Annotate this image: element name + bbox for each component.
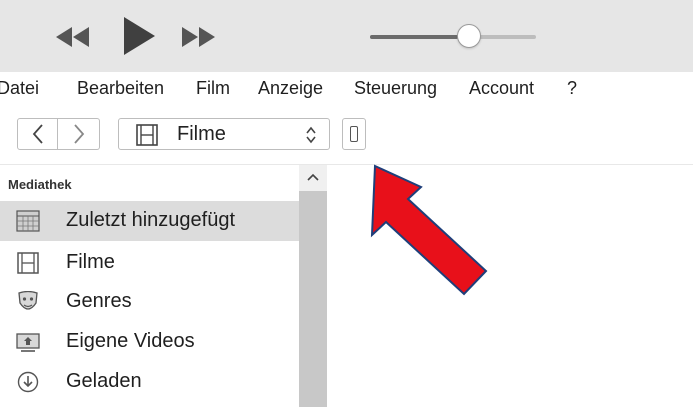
sidebar: Mediathek Zuletzt hinzugefügt Filme Genr… bbox=[0, 165, 327, 407]
media-type-selector[interactable]: Filme bbox=[118, 118, 330, 150]
sidebar-item-label: Genres bbox=[66, 290, 132, 312]
updown-chevron-icon bbox=[306, 126, 316, 144]
sidebar-item-movies[interactable]: Filme bbox=[0, 243, 299, 283]
sidebar-item-label: Filme bbox=[66, 251, 115, 273]
menu-anzeige[interactable]: Anzeige bbox=[258, 78, 323, 99]
toolbar: Filme bbox=[0, 106, 693, 165]
sidebar-item-recently-added[interactable]: Zuletzt hinzugefügt bbox=[0, 201, 299, 241]
device-button[interactable] bbox=[342, 118, 366, 150]
genres-mask-icon bbox=[18, 291, 38, 310]
sidebar-item-label: Geladen bbox=[66, 370, 142, 392]
film-icon bbox=[17, 252, 39, 274]
menu-steuerung[interactable]: Steuerung bbox=[354, 78, 437, 99]
menu-datei[interactable]: Datei bbox=[0, 78, 39, 99]
chevron-up-icon bbox=[307, 173, 319, 181]
scroll-up-button[interactable] bbox=[299, 165, 327, 191]
menu-film[interactable]: Film bbox=[196, 78, 230, 99]
rewind-icon bbox=[56, 27, 89, 47]
menu-account[interactable]: Account bbox=[469, 78, 534, 99]
fast-forward-icon bbox=[182, 27, 215, 47]
media-type-label: Filme bbox=[177, 123, 226, 145]
fast-forward-button[interactable] bbox=[181, 27, 217, 47]
sidebar-item-genres[interactable]: Genres bbox=[0, 282, 299, 322]
rewind-button[interactable] bbox=[55, 27, 91, 47]
back-button[interactable] bbox=[17, 118, 58, 150]
download-icon bbox=[17, 371, 39, 393]
sidebar-item-label: Zuletzt hinzugefügt bbox=[66, 209, 235, 231]
sidebar-header: Mediathek bbox=[8, 177, 72, 192]
play-button[interactable] bbox=[122, 16, 156, 56]
recently-added-icon bbox=[16, 210, 40, 232]
film-icon bbox=[136, 124, 158, 146]
menu-help[interactable]: ? bbox=[567, 78, 577, 99]
forward-button[interactable] bbox=[58, 118, 100, 150]
sidebar-item-downloaded[interactable]: Geladen bbox=[0, 362, 299, 402]
sidebar-item-home-videos[interactable]: Eigene Videos bbox=[0, 322, 299, 362]
sidebar-item-label: Eigene Videos bbox=[66, 330, 195, 352]
chevron-left-icon bbox=[32, 124, 43, 144]
player-controls-bar bbox=[0, 0, 693, 72]
red-arrow-annotation bbox=[370, 164, 488, 296]
volume-slider[interactable] bbox=[370, 35, 536, 39]
volume-fill bbox=[370, 35, 458, 39]
iphone-icon bbox=[350, 126, 358, 142]
menu-bar: Datei Bearbeiten Film Anzeige Steuerung … bbox=[0, 72, 693, 107]
home-video-icon bbox=[16, 333, 40, 352]
sidebar-scrollbar[interactable] bbox=[299, 165, 327, 407]
chevron-right-icon bbox=[73, 124, 84, 144]
volume-thumb[interactable] bbox=[457, 24, 481, 48]
menu-bearbeiten[interactable]: Bearbeiten bbox=[77, 78, 164, 99]
play-icon bbox=[124, 17, 155, 55]
